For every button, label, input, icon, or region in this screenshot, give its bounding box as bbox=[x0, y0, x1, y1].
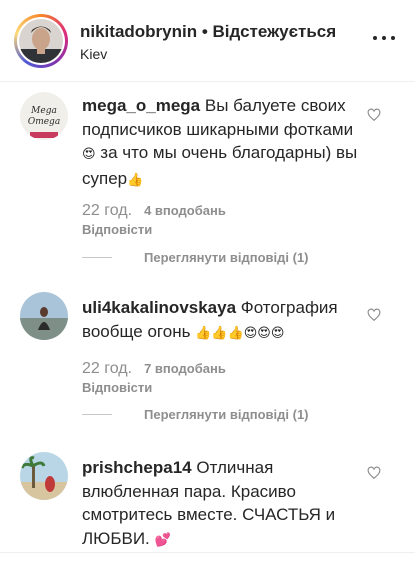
avatar-text-omega: Omega bbox=[28, 117, 60, 127]
view-replies-label[interactable]: Переглянути відповіді (1) bbox=[144, 407, 309, 422]
like-comment-heart-icon[interactable] bbox=[367, 108, 381, 122]
header-title: nikitadobrynin • Відстежується bbox=[80, 22, 336, 42]
comment-likes[interactable]: 4 вподобань bbox=[144, 203, 226, 218]
location-link[interactable]: Kiev bbox=[80, 46, 107, 62]
comment-avatar[interactable] bbox=[20, 452, 68, 500]
avatar-text-mega: Mega bbox=[30, 106, 57, 116]
profile-avatar[interactable] bbox=[14, 14, 68, 68]
emoji-sequence: 👍👍👍😍😍😍 bbox=[195, 325, 285, 341]
comment-meta: 22 год. 4 вподобань bbox=[82, 202, 226, 220]
comment-text-part: за что мы очень благодарны) вы супер bbox=[82, 143, 358, 188]
like-comment-heart-icon[interactable] bbox=[367, 308, 381, 322]
reply-button[interactable]: Відповісти bbox=[82, 222, 152, 237]
view-replies-label[interactable]: Переглянути відповіді (1) bbox=[144, 250, 309, 265]
emoji-thumbs: 👍 bbox=[127, 172, 144, 188]
view-replies-button[interactable]: Переглянути відповіді (1) bbox=[82, 407, 309, 422]
comment-likes[interactable]: 7 вподобань bbox=[144, 361, 226, 376]
reply-button[interactable]: Відповісти bbox=[82, 380, 152, 395]
header-separator: • bbox=[197, 22, 213, 41]
post-header: nikitadobrynin • Відстежується Kiev bbox=[0, 0, 415, 82]
comment-meta: 22 год. 7 вподобань bbox=[82, 360, 226, 378]
comment-avatar[interactable] bbox=[20, 292, 68, 340]
comment-time[interactable]: 22 год. bbox=[82, 360, 132, 377]
comment-text: mega_o_mega Вы балуете своих подписчиков… bbox=[82, 94, 358, 192]
comment-text: uli4kakalinovskaya Фотография вообще ого… bbox=[82, 296, 358, 345]
comment-username[interactable]: mega_o_mega bbox=[82, 96, 200, 115]
profile-username[interactable]: nikitadobrynin bbox=[80, 22, 197, 41]
more-options-icon[interactable] bbox=[373, 36, 395, 40]
following-button[interactable]: Відстежується bbox=[213, 22, 337, 41]
comment-time[interactable]: 22 год. bbox=[82, 202, 132, 219]
list-bottom-divider bbox=[0, 552, 415, 553]
view-replies-button[interactable]: Переглянути відповіді (1) bbox=[82, 250, 309, 265]
replies-divider-line bbox=[82, 257, 112, 258]
comment-username[interactable]: uli4kakalinovskaya bbox=[82, 298, 236, 317]
emoji-two-hearts: 💕 bbox=[154, 532, 171, 548]
comment-username[interactable]: prishchepa14 bbox=[82, 458, 192, 477]
emoji-heart-eyes: 😍 bbox=[82, 147, 96, 162]
comment-text: prishchepa14 Отличная влюбленная пара. К… bbox=[82, 456, 358, 552]
comment-avatar[interactable]: Mega Omega bbox=[20, 92, 68, 140]
replies-divider-line bbox=[82, 414, 112, 415]
like-comment-heart-icon[interactable] bbox=[367, 466, 381, 480]
